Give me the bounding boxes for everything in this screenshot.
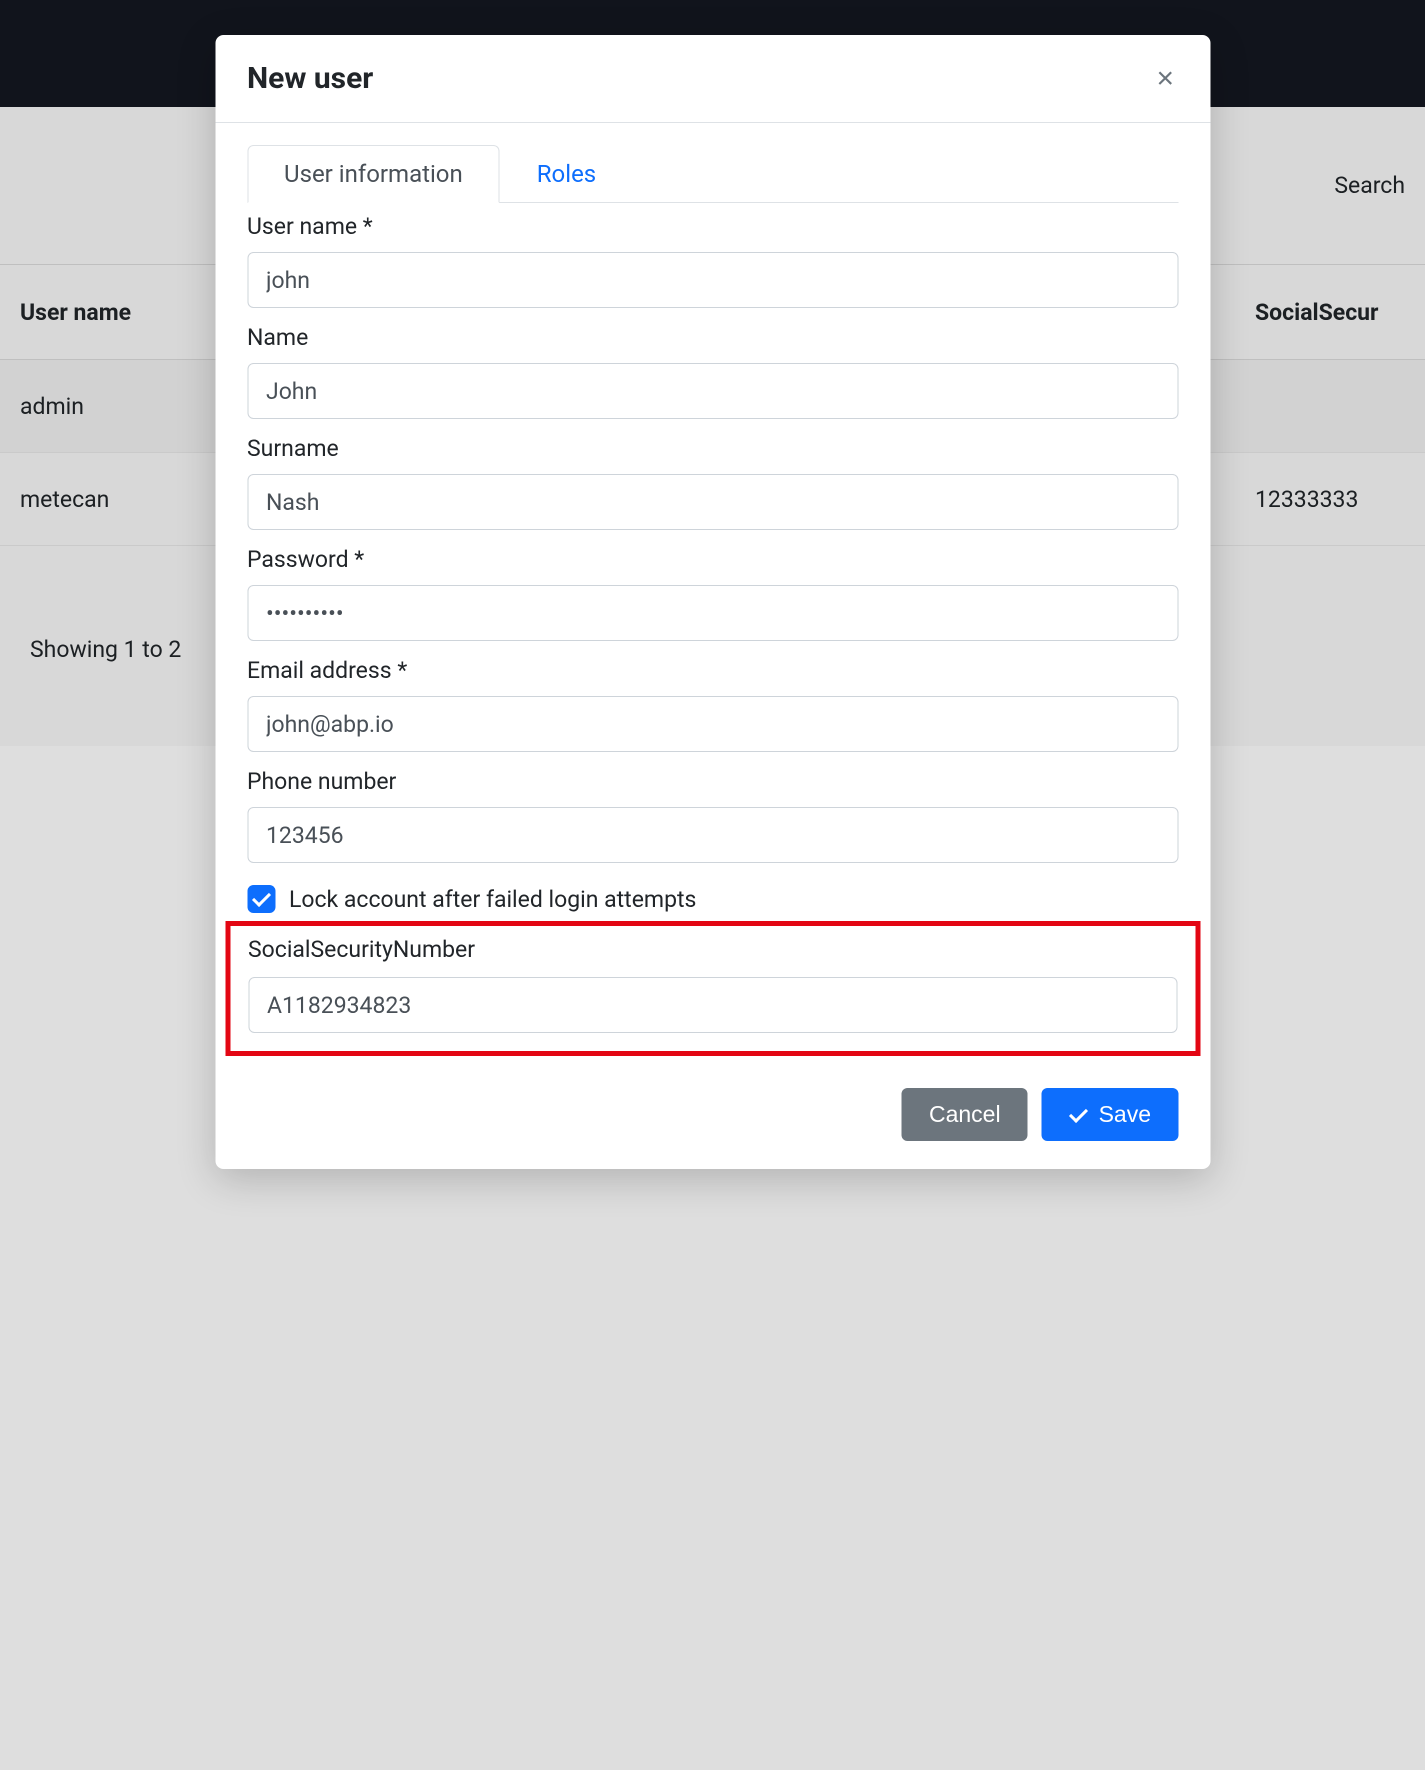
highlighted-ssn-section: SocialSecurityNumber (225, 921, 1200, 1056)
form-group-surname: Surname (247, 429, 1178, 530)
label-name: Name (247, 324, 1178, 351)
form-group-email: Email address * (247, 651, 1178, 752)
check-icon (1069, 1105, 1089, 1125)
form-group-username: User name * (247, 207, 1178, 308)
label-password: Password * (247, 546, 1178, 573)
form-group-password: Password * (247, 540, 1178, 641)
form-group-phone: Phone number (247, 762, 1178, 863)
label-ssn: SocialSecurityNumber (248, 936, 1177, 963)
modal-title: New user (247, 61, 373, 96)
cancel-button-label: Cancel (929, 1101, 1001, 1128)
label-username: User name * (247, 213, 1178, 240)
checkbox-lock-account[interactable] (247, 885, 275, 913)
tab-bar: User information Roles (247, 145, 1178, 203)
label-lock-account: Lock account after failed login attempts (289, 886, 696, 913)
close-icon: × (1156, 62, 1174, 95)
input-email[interactable] (247, 696, 1178, 752)
close-button[interactable]: × (1152, 64, 1178, 94)
input-name[interactable] (247, 363, 1178, 419)
new-user-modal: New user × User information Roles User n… (215, 35, 1210, 1169)
input-password[interactable] (247, 585, 1178, 641)
form-check-lock-account: Lock account after failed login attempts (247, 885, 1178, 913)
label-surname: Surname (247, 435, 1178, 462)
cancel-button[interactable]: Cancel (902, 1088, 1028, 1141)
tab-user-information[interactable]: User information (247, 145, 500, 203)
input-surname[interactable] (247, 474, 1178, 530)
input-username[interactable] (247, 252, 1178, 308)
tab-roles[interactable]: Roles (500, 145, 633, 203)
form-group-name: Name (247, 318, 1178, 419)
label-email: Email address * (247, 657, 1178, 684)
modal-body: User information Roles User name * Name … (215, 123, 1210, 1066)
modal-header: New user × (215, 35, 1210, 123)
modal-footer: Cancel Save (215, 1066, 1210, 1169)
label-phone: Phone number (247, 768, 1178, 795)
save-button[interactable]: Save (1042, 1088, 1178, 1141)
save-button-label: Save (1099, 1101, 1151, 1128)
input-ssn[interactable] (248, 977, 1177, 1033)
input-phone[interactable] (247, 807, 1178, 863)
